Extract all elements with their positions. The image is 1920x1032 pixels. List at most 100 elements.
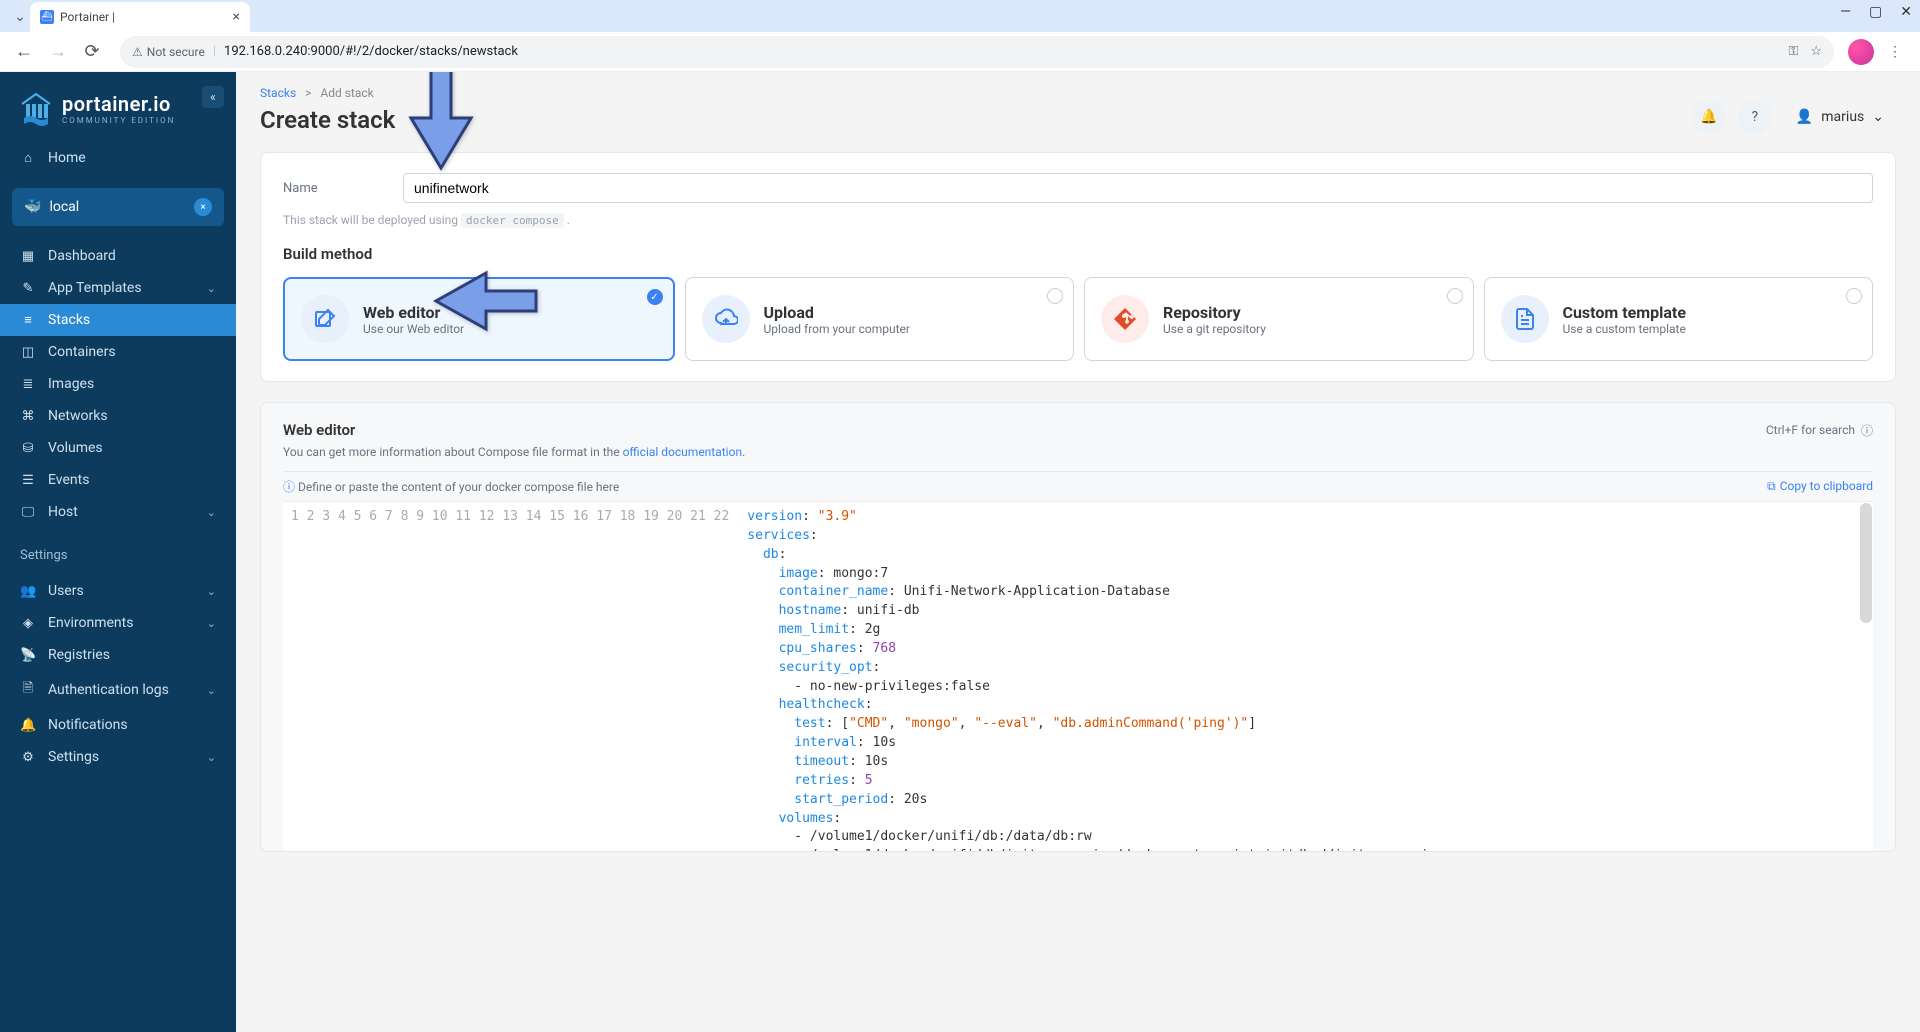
page-title: Create stack xyxy=(260,106,395,134)
sidebar-item-dashboard[interactable]: ▦ Dashboard xyxy=(0,240,236,272)
sidebar-item-containers[interactable]: ◫Containers xyxy=(0,336,236,368)
environment-close-button[interactable]: × xyxy=(194,198,212,216)
method-subtitle: Use a custom template xyxy=(1563,322,1687,336)
editor-description: You can get more information about Compo… xyxy=(283,445,1873,459)
breadcrumb-current: Add stack xyxy=(320,86,373,100)
sidebar-item-label: App Templates xyxy=(48,280,142,296)
method-title: Upload xyxy=(764,303,910,322)
nav-icon: ✎ xyxy=(20,281,36,296)
nav-icon: 🔔 xyxy=(20,718,36,733)
notifications-button[interactable]: 🔔 xyxy=(1692,100,1726,134)
breadcrumb-stacks-link[interactable]: Stacks xyxy=(260,86,296,100)
browser-tab[interactable]: ⛴ Portainer | × xyxy=(30,2,250,32)
sidebar-item-environments[interactable]: ◈Environments⌄ xyxy=(0,607,236,639)
sidebar-settings-heading: Settings xyxy=(0,534,236,569)
breadcrumb-sep: > xyxy=(305,86,311,100)
back-button[interactable]: ← xyxy=(10,38,38,66)
sidebar-item-app-templates[interactable]: ✎ App Templates ⌄ xyxy=(0,272,236,304)
sidebar-item-events[interactable]: ☰Events xyxy=(0,464,236,496)
favicon-icon: ⛴ xyxy=(40,10,54,24)
help-icon: ? xyxy=(1752,109,1759,125)
sidebar-item-label: Volumes xyxy=(48,440,103,456)
security-indicator[interactable]: ⚠ Not secure xyxy=(132,45,205,59)
sidebar-item-home[interactable]: ⌂ Home xyxy=(0,142,236,174)
separator: | xyxy=(213,44,216,59)
browser-tab-strip: ⌄ ⛴ Portainer | × — ▢ ✕ xyxy=(0,0,1920,32)
nav-icon: ⛁ xyxy=(20,441,36,456)
sidebar-item-label: Users xyxy=(48,583,84,599)
sidebar-item-authentication-logs[interactable]: 🗎 Authentication logs ⌄ xyxy=(0,671,236,709)
reload-button[interactable]: ⟳ xyxy=(78,38,106,66)
sidebar-collapse-button[interactable]: « xyxy=(202,86,224,108)
chevron-down-icon: ⌄ xyxy=(207,506,216,519)
create-stack-card: Name This stack will be deployed using d… xyxy=(260,152,1896,382)
sidebar-item-users[interactable]: 👥Users⌄ xyxy=(0,575,236,607)
address-bar[interactable]: ⚠ Not secure | 192.168.0.240:9000/#!/2/d… xyxy=(120,36,1834,68)
method-subtitle: Upload from your computer xyxy=(764,322,910,336)
deploy-hint: This stack will be deployed using docker… xyxy=(283,213,1873,227)
code-body[interactable]: version: "3.9" services: db: image: mong… xyxy=(737,502,1873,851)
method-radio xyxy=(1047,288,1063,304)
chevron-down-icon: ⌄ xyxy=(207,585,216,598)
help-icon[interactable]: ⓘ xyxy=(1861,422,1873,439)
forward-button[interactable]: → xyxy=(44,38,72,66)
stack-name-input[interactable] xyxy=(403,173,1873,203)
docs-link[interactable]: official documentation xyxy=(623,445,743,459)
method-custom-template[interactable]: Custom template Use a custom template xyxy=(1484,277,1874,361)
nav-icon: 🗎 xyxy=(20,679,36,701)
environment-selector[interactable]: 🐳 local × xyxy=(12,188,224,226)
chevron-down-icon: ⌄ xyxy=(207,617,216,630)
browser-menu-button[interactable]: ⋮ xyxy=(1888,44,1902,60)
profile-avatar-button[interactable] xyxy=(1848,39,1874,65)
tab-list-dropdown[interactable]: ⌄ xyxy=(10,2,30,32)
sidebar-item-label: Stacks xyxy=(48,312,90,328)
sidebar-item-label: Host xyxy=(48,504,78,520)
editor-placeholder-hint: Define or paste the content of your dock… xyxy=(298,480,619,494)
editor-scrollbar[interactable] xyxy=(1860,503,1872,623)
chevron-down-icon: ⌄ xyxy=(207,282,216,295)
chevron-down-icon: ⌄ xyxy=(207,684,216,697)
sidebar-item-networks[interactable]: ⌘Networks xyxy=(0,400,236,432)
code-editor[interactable]: 1 2 3 4 5 6 7 8 9 10 11 12 13 14 15 16 1… xyxy=(283,501,1873,851)
info-icon: ⓘ xyxy=(283,478,295,495)
method-radio xyxy=(1447,288,1463,304)
sidebar-item-notifications[interactable]: 🔔Notifications xyxy=(0,709,236,741)
window-maximize-button[interactable]: ▢ xyxy=(1869,4,1882,20)
bell-icon: 🔔 xyxy=(1700,109,1717,125)
bookmark-star-icon[interactable]: ☆ xyxy=(1810,44,1822,59)
nav-icon: ▦ xyxy=(20,249,36,264)
nav-icon: 🖵 xyxy=(20,505,36,520)
sidebar-item-images[interactable]: ≣Images xyxy=(0,368,236,400)
help-button[interactable]: ? xyxy=(1738,100,1772,134)
user-menu[interactable]: 👤 marius ⌄ xyxy=(1784,103,1896,131)
window-close-button[interactable]: ✕ xyxy=(1900,4,1912,20)
nav-icon: ◈ xyxy=(20,616,36,631)
sidebar-item-registries[interactable]: 📡Registries xyxy=(0,639,236,671)
method-upload[interactable]: Upload Upload from your computer xyxy=(685,277,1075,361)
sidebar-item-volumes[interactable]: ⛁ Volumes xyxy=(0,432,236,464)
sidebar-item-settings[interactable]: ⚙Settings⌄ xyxy=(0,741,236,773)
warning-icon: ⚠ xyxy=(132,45,143,59)
tab-close-button[interactable]: × xyxy=(233,9,240,25)
method-radio xyxy=(1846,288,1862,304)
method-repository[interactable]: Repository Use a git repository xyxy=(1084,277,1474,361)
copy-to-clipboard-button[interactable]: ⧉ Copy to clipboard xyxy=(1767,479,1873,494)
sidebar-item-label: Home xyxy=(48,150,86,166)
sidebar-header: portainer.io COMMUNITY EDITION « xyxy=(0,72,236,136)
password-key-icon[interactable]: ⚿ xyxy=(1788,44,1798,59)
method-subtitle: Use a git repository xyxy=(1163,322,1266,336)
sidebar-item-label: Dashboard xyxy=(48,248,116,264)
editor-search-hint: Ctrl+F for search xyxy=(1766,423,1855,437)
brand-edition: COMMUNITY EDITION xyxy=(62,116,175,125)
security-label: Not secure xyxy=(147,45,205,59)
portainer-logo-icon xyxy=(20,90,52,126)
template-icon xyxy=(1501,295,1549,343)
window-minimize-button[interactable]: — xyxy=(1840,4,1851,20)
sidebar-item-label: Authentication logs xyxy=(48,682,169,698)
edit-icon xyxy=(301,295,349,343)
sidebar-item-host[interactable]: 🖵 Host ⌄ xyxy=(0,496,236,528)
upload-icon xyxy=(702,295,750,343)
nav-icon: ⌘ xyxy=(20,409,36,424)
sidebar-item-stacks[interactable]: ≡Stacks xyxy=(0,304,236,336)
method-title: Repository xyxy=(1163,303,1266,322)
